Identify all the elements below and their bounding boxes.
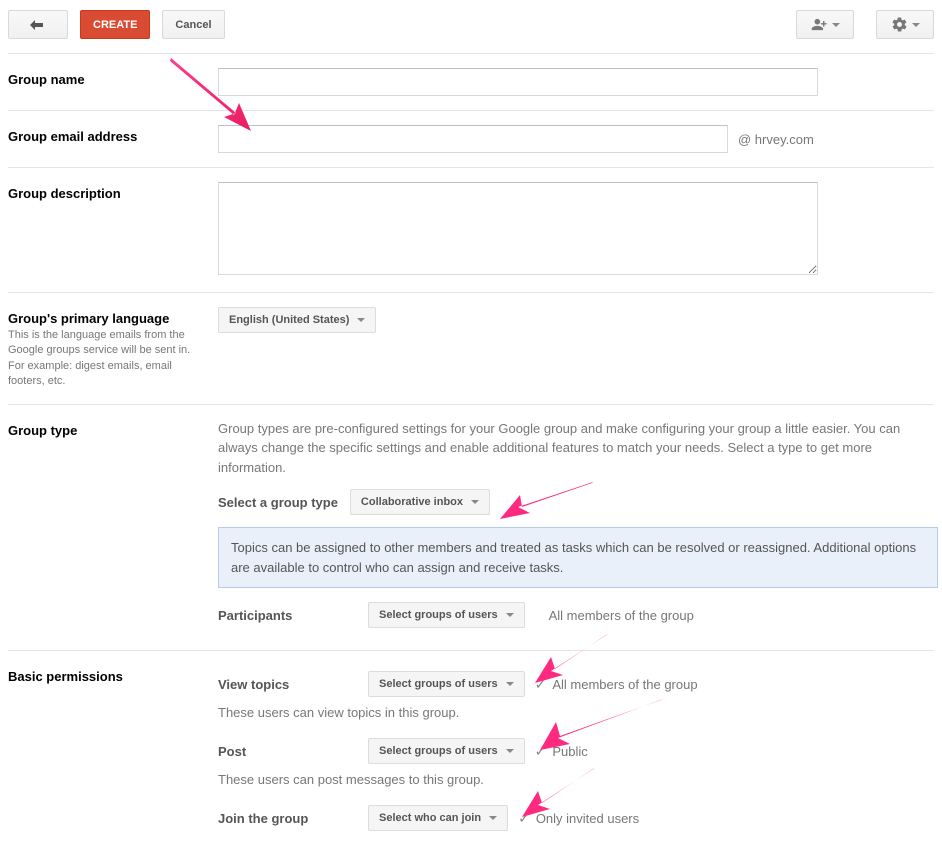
row-group-type: Group type Group types are pre-configure… xyxy=(8,405,934,652)
cancel-button[interactable]: Cancel xyxy=(162,10,224,39)
group-description-label: Group description xyxy=(8,182,218,201)
back-arrow-icon xyxy=(29,18,47,32)
create-button[interactable]: CREATE xyxy=(80,10,150,39)
chevron-down-icon xyxy=(357,318,365,322)
select-group-type-label: Select a group type xyxy=(218,495,338,510)
view-topics-dropdown-value: Select groups of users xyxy=(379,678,498,690)
view-topics-label: View topics xyxy=(218,677,368,692)
group-email-label: Group email address xyxy=(8,125,218,144)
row-group-name: Group name xyxy=(8,54,934,111)
annotation-arrow xyxy=(498,477,598,527)
post-dropdown[interactable]: Select groups of users xyxy=(368,738,525,764)
group-type-info-box: Topics can be assigned to other members … xyxy=(218,527,938,588)
primary-language-label: Group's primary language xyxy=(8,307,218,326)
row-group-description: Group description xyxy=(8,168,934,293)
primary-language-value: English (United States) xyxy=(229,314,349,326)
email-domain-suffix: @ hrvey.com xyxy=(728,132,814,147)
chevron-down-icon xyxy=(912,23,920,27)
primary-language-dropdown[interactable]: English (United States) xyxy=(218,307,376,333)
participants-label: Participants xyxy=(218,608,368,623)
group-type-label: Group type xyxy=(8,419,218,438)
checkmark-icon: ✓ xyxy=(535,676,547,693)
chevron-down-icon xyxy=(506,682,514,686)
settings-menu-button[interactable] xyxy=(876,10,934,39)
people-menu-button[interactable] xyxy=(796,10,854,39)
checkmark-icon: ✓ xyxy=(518,810,530,827)
basic-permissions-label: Basic permissions xyxy=(8,665,218,684)
join-dropdown[interactable]: Select who can join xyxy=(368,805,508,831)
group-name-input[interactable] xyxy=(218,68,818,96)
row-primary-language: Group's primary language This is the lan… xyxy=(8,293,934,405)
view-topics-help: These users can view topics in this grou… xyxy=(218,705,934,720)
group-type-value: Collaborative inbox xyxy=(361,496,463,508)
participants-dropdown[interactable]: Select groups of users xyxy=(368,602,525,628)
participants-status: All members of the group xyxy=(549,608,694,623)
chevron-down-icon xyxy=(489,816,497,820)
group-name-label: Group name xyxy=(8,68,218,87)
chevron-down-icon xyxy=(471,500,479,504)
primary-language-desc: This is the language emails from the Goo… xyxy=(8,328,218,390)
group-description-input[interactable] xyxy=(218,182,818,275)
post-status: ✓ Public xyxy=(535,743,588,760)
gear-icon xyxy=(891,16,908,33)
participants-dropdown-value: Select groups of users xyxy=(379,609,498,621)
group-type-help: Group types are pre-configured settings … xyxy=(218,419,938,478)
post-help: These users can post messages to this gr… xyxy=(218,772,934,787)
person-add-icon xyxy=(811,16,828,33)
checkmark-icon: ✓ xyxy=(535,743,547,760)
chevron-down-icon xyxy=(506,749,514,753)
group-type-dropdown[interactable]: Collaborative inbox xyxy=(350,489,490,515)
back-button[interactable] xyxy=(8,10,68,39)
chevron-down-icon xyxy=(506,613,514,617)
post-label: Post xyxy=(218,744,368,759)
chevron-down-icon xyxy=(832,23,840,27)
view-topics-dropdown[interactable]: Select groups of users xyxy=(368,671,525,697)
join-status: ✓ Only invited users xyxy=(518,810,639,827)
join-dropdown-value: Select who can join xyxy=(379,812,481,824)
row-group-email: Group email address @ hrvey.com xyxy=(8,111,934,168)
view-topics-status: ✓ All members of the group xyxy=(535,676,698,693)
row-basic-permissions: Basic permissions View topics Select gro… xyxy=(8,651,934,853)
post-dropdown-value: Select groups of users xyxy=(379,745,498,757)
group-email-input[interactable] xyxy=(218,125,728,153)
toolbar: CREATE Cancel xyxy=(8,10,934,53)
join-label: Join the group xyxy=(218,811,368,826)
